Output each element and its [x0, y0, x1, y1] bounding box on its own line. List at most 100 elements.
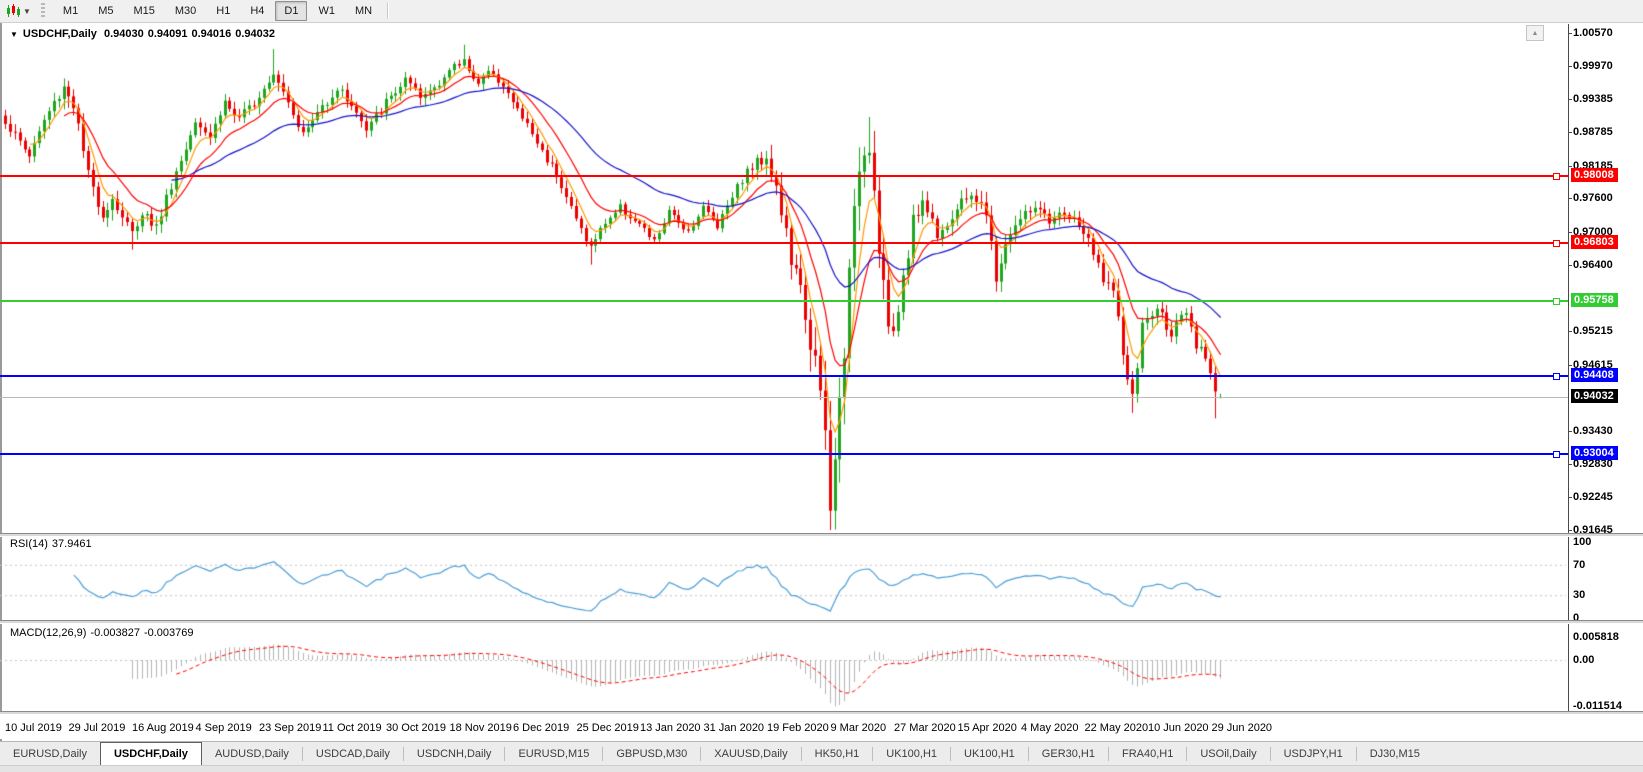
date-label: 22 May 2020: [1085, 722, 1149, 734]
line-end-marker: [1553, 173, 1560, 180]
date-label: 15 Apr 2020: [958, 722, 1017, 734]
timeframe-button-h1[interactable]: H1: [207, 1, 239, 21]
ohlc-high: 0.94091: [148, 28, 188, 40]
current-price-line: [0, 397, 1568, 398]
price-line-label-support-blue-1: 0.94408: [1571, 368, 1618, 382]
timeframe-button-h4[interactable]: H4: [241, 1, 273, 21]
timeframe-button-m30[interactable]: M30: [166, 1, 205, 21]
rsi-label: RSI(14) 37.9461: [10, 538, 96, 550]
date-label: 27 Mar 2020: [894, 722, 956, 734]
date-label: 23 Sep 2019: [259, 722, 321, 734]
macd-axis-label: 0.005818: [1573, 631, 1619, 643]
price-tick-mark: [1568, 66, 1572, 67]
chart-tab-fra40-h1[interactable]: FRA40,H1: [1109, 743, 1186, 764]
price-tick-label: 0.96400: [1573, 259, 1641, 271]
chart-tab-audusd-daily[interactable]: AUDUSD,Daily: [202, 743, 302, 764]
price-tick-label: 1.00570: [1573, 27, 1641, 39]
timeframe-button-m15[interactable]: M15: [124, 1, 163, 21]
date-label: 19 Feb 2020: [767, 722, 829, 734]
date-label: 30 Oct 2019: [386, 722, 446, 734]
chart-title-caret-icon[interactable]: ▼: [10, 30, 18, 39]
horizontal-line-support-green[interactable]: [0, 300, 1568, 302]
price-tick-mark: [1568, 530, 1572, 531]
price-tick-mark: [1568, 497, 1572, 498]
chart-tab-usoil-daily[interactable]: USOil,Daily: [1187, 743, 1269, 764]
chart-tab-xauusd-daily[interactable]: XAUUSD,Daily: [701, 743, 800, 764]
timeframe-toolbar: ▼ M1M5M15M30H1H4D1W1MN: [0, 0, 1643, 23]
date-label: 9 Mar 2020: [831, 722, 887, 734]
timeframe-button-mn[interactable]: MN: [346, 1, 381, 21]
line-end-marker: [1553, 373, 1560, 380]
price-line-label-resistance-1: 0.98008: [1571, 168, 1618, 182]
ohlc-low: 0.94016: [191, 28, 231, 40]
chart-type-dropdown-icon[interactable]: ▼: [23, 7, 31, 16]
rsi-name: RSI(14): [10, 538, 48, 550]
ohlc-close: 0.94032: [235, 28, 275, 40]
rsi-axis-label: 70: [1573, 559, 1585, 571]
chart-type-icon[interactable]: [4, 3, 22, 19]
horizontal-line-support-blue-2[interactable]: [0, 453, 1568, 455]
scroll-up-icon[interactable]: ▲: [1526, 25, 1544, 41]
price-line-label-resistance-2: 0.96803: [1571, 235, 1618, 249]
macd-axis-label: 0.00: [1573, 654, 1594, 666]
chart-tab-usdchf-daily[interactable]: USDCHF,Daily: [100, 742, 202, 766]
horizontal-line-resistance-1[interactable]: [0, 175, 1568, 177]
price-tick-label: 0.98785: [1573, 126, 1641, 138]
toolbar-grip[interactable]: [41, 3, 45, 19]
price-tick-label: 0.99970: [1573, 60, 1641, 72]
horizontal-line-resistance-2[interactable]: [0, 242, 1568, 244]
line-end-marker: [1553, 240, 1560, 247]
macd-name: MACD(12,26,9): [10, 627, 86, 639]
date-label: 4 Sep 2019: [196, 722, 252, 734]
macd-axis-label: -0.011514: [1573, 700, 1622, 712]
chart-title: ▼USDCHF,Daily 0.940300.940910.940160.940…: [10, 28, 279, 40]
chart-tab-dj30-m15[interactable]: DJ30,M15: [1357, 743, 1433, 764]
rsi-axis-label: 100: [1573, 536, 1591, 548]
date-label: 6 Dec 2019: [513, 722, 569, 734]
timeframe-button-m1[interactable]: M1: [54, 1, 87, 21]
timeframe-button-w1[interactable]: W1: [309, 1, 344, 21]
line-end-marker: [1553, 298, 1560, 305]
price-line-label-support-blue-2: 0.93004: [1571, 446, 1618, 460]
pane-separator-bottom: [0, 711, 1643, 715]
timeframe-button-m5[interactable]: M5: [89, 1, 122, 21]
ohlc-open: 0.94030: [104, 28, 144, 40]
chart-tab-hk50-h1[interactable]: HK50,H1: [802, 743, 873, 764]
line-end-marker: [1553, 451, 1560, 458]
macd-label: MACD(12,26,9) -0.003827 -0.003769: [10, 627, 198, 639]
chart-tab-eurusd-daily[interactable]: EURUSD,Daily: [0, 743, 100, 764]
mt4-window: { "toolbar": { "chart_type_icon": "candl…: [0, 0, 1643, 771]
price-tick-label: 0.92245: [1573, 491, 1641, 503]
price-tick-label: 0.95215: [1573, 325, 1641, 337]
price-tick-mark: [1568, 265, 1572, 266]
date-label: 29 Jul 2019: [69, 722, 126, 734]
timeframe-button-d1[interactable]: D1: [275, 1, 307, 21]
pane-separator-macd[interactable]: [0, 620, 1643, 624]
timeframe-buttons: M1M5M15M30H1H4D1W1MN: [53, 1, 382, 21]
date-label: 10 Jun 2020: [1148, 722, 1209, 734]
chart-tab-eurusd-m15[interactable]: EURUSD,M15: [505, 743, 602, 764]
date-label: 16 Aug 2019: [132, 722, 194, 734]
macd-signal-value: -0.003769: [144, 627, 194, 639]
chart-tab-gbpusd-m30[interactable]: GBPUSD,M30: [603, 743, 700, 764]
chart-tab-usdcnh-daily[interactable]: USDCNH,Daily: [404, 743, 505, 764]
price-tick-mark: [1568, 198, 1572, 199]
date-label: 25 Dec 2019: [577, 722, 639, 734]
current-price-label: 0.94032: [1571, 389, 1618, 403]
pane-separator-rsi[interactable]: [0, 533, 1643, 537]
chart-tab-usdjpy-h1[interactable]: USDJPY,H1: [1271, 743, 1356, 764]
chart-tab-usdcad-daily[interactable]: USDCAD,Daily: [303, 743, 403, 764]
rsi-axis-label: 30: [1573, 589, 1585, 601]
macd-main-value: -0.003827: [90, 627, 140, 639]
price-tick-mark: [1568, 331, 1572, 332]
price-chart-canvas[interactable]: [0, 22, 1643, 741]
price-tick-label: 0.97600: [1573, 192, 1641, 204]
rsi-value: 37.9461: [52, 538, 92, 550]
chart-tab-uk100-h1[interactable]: UK100,H1: [873, 743, 950, 764]
date-label: 31 Jan 2020: [704, 722, 765, 734]
chart-tab-uk100-h1[interactable]: UK100,H1: [951, 743, 1028, 764]
date-axis[interactable]: 10 Jul 201929 Jul 201916 Aug 20194 Sep 2…: [0, 713, 1568, 739]
price-tick-mark: [1568, 365, 1572, 366]
chart-tab-ger30-h1[interactable]: GER30,H1: [1029, 743, 1108, 764]
horizontal-line-support-blue-1[interactable]: [0, 375, 1568, 377]
